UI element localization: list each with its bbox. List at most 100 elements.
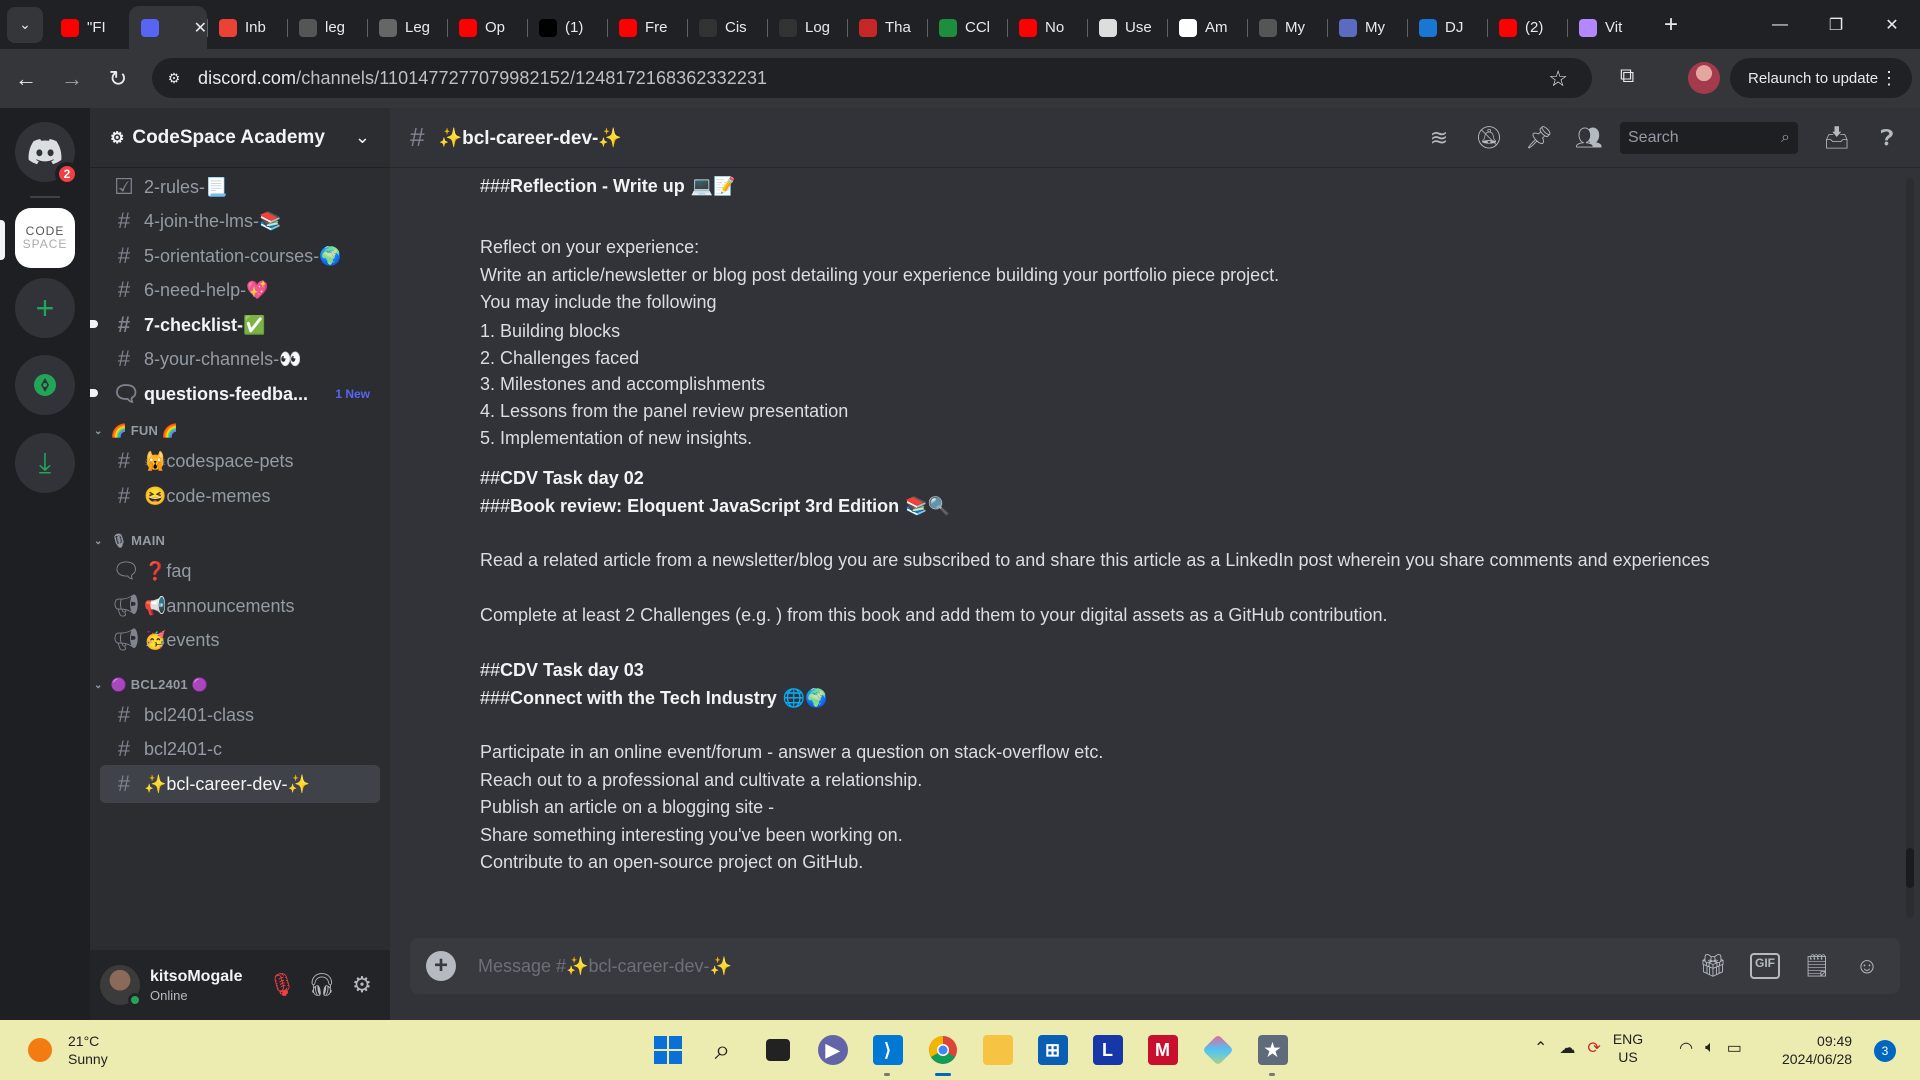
browser-tab[interactable]: My bbox=[1247, 9, 1327, 47]
profile-avatar[interactable] bbox=[1688, 62, 1720, 94]
onedrive-icon[interactable]: ☁ bbox=[1559, 1038, 1575, 1058]
direct-messages-button[interactable]: 2 bbox=[15, 122, 79, 186]
sidebar-channel-item[interactable]: 🗨︎ questions-feedba... 1 New bbox=[90, 375, 380, 413]
battery-icon[interactable]: ▭ bbox=[1727, 1038, 1742, 1058]
close-icon[interactable]: ✕ bbox=[194, 18, 207, 38]
browser-tab[interactable]: My bbox=[1327, 9, 1407, 47]
gift-icon[interactable]: 🎁︎ bbox=[1688, 953, 1738, 979]
notification-settings-icon[interactable]: 🔕︎ bbox=[1464, 125, 1514, 151]
upload-plus-button[interactable]: + bbox=[426, 951, 456, 981]
scrollbar-thumb[interactable] bbox=[1906, 848, 1914, 888]
clock[interactable]: 09:49 2024/06/28 bbox=[1782, 1032, 1852, 1068]
channel-category[interactable]: ⌄ 🎙 MAIN bbox=[94, 530, 165, 552]
user-info[interactable]: kitsoMogale Online bbox=[150, 968, 242, 1003]
scrollbar-track[interactable] bbox=[1906, 178, 1914, 918]
browser-tab[interactable]: Op bbox=[447, 9, 527, 47]
sidebar-channel-item[interactable]: #5-orientation-courses-🌍 bbox=[100, 237, 380, 275]
taskbar-l-app-button[interactable]: L bbox=[1080, 1028, 1135, 1072]
browser-tab[interactable]: (2) bbox=[1487, 9, 1567, 47]
language-indicator[interactable]: ENG US bbox=[1613, 1030, 1655, 1066]
taskbar-mcafee-button[interactable]: M bbox=[1135, 1028, 1190, 1072]
browser-tab[interactable]: Am bbox=[1167, 9, 1247, 47]
close-window-button[interactable]: ✕ bbox=[1864, 0, 1920, 49]
inbox-icon[interactable]: 📥︎ bbox=[1812, 125, 1862, 151]
add-server-button[interactable]: + bbox=[15, 278, 75, 338]
restore-button[interactable]: ❐ bbox=[1808, 0, 1864, 49]
browser-tab[interactable]: Inb bbox=[207, 9, 287, 47]
sidebar-channel-item[interactable]: # bcl2401-c bbox=[100, 730, 380, 768]
emoji-icon[interactable]: ☺ bbox=[1842, 953, 1892, 979]
taskbar-meet-button[interactable]: ▶ bbox=[805, 1028, 860, 1072]
server-header[interactable]: ⚙ CodeSpace Academy ⌄ bbox=[90, 108, 390, 168]
sidebar-channel-item[interactable]: #4-join-the-lms-📚 bbox=[100, 202, 380, 240]
server-codespace-academy[interactable]: CODE SPACE bbox=[15, 208, 75, 268]
sidebar-channel-item[interactable]: #8-your-channels-👀 bbox=[100, 340, 380, 378]
avatar[interactable] bbox=[100, 965, 142, 1007]
browser-tab[interactable]: Log bbox=[767, 9, 847, 47]
browser-tab[interactable]: Use bbox=[1087, 9, 1167, 47]
sidebar-channel-item[interactable]: # 🙀codespace-pets bbox=[100, 442, 380, 480]
new-tab-button[interactable]: + bbox=[1653, 7, 1689, 43]
site-info-icon[interactable]: ⚙ bbox=[156, 60, 192, 96]
address-bar[interactable]: ⚙ discord.com/channels/11014772770799821… bbox=[152, 58, 1592, 98]
explore-servers-button[interactable] bbox=[15, 355, 75, 415]
sync-icon[interactable]: ⟳ bbox=[1587, 1038, 1600, 1058]
chevron-up-icon[interactable]: ⌃ bbox=[1534, 1038, 1547, 1058]
browser-tab[interactable]: CCl bbox=[927, 9, 1007, 47]
forward-button[interactable]: → bbox=[52, 59, 92, 99]
taskbar-explorer-button[interactable] bbox=[970, 1028, 1025, 1072]
browser-tab[interactable]: No bbox=[1007, 9, 1087, 47]
sticker-icon[interactable]: 🗒︎ bbox=[1792, 953, 1842, 979]
sidebar-channel-item[interactable]: ☑ 2-rules-📃 bbox=[100, 168, 380, 206]
sidebar-channel-item[interactable]: 📢︎ 📢announcements bbox=[100, 587, 380, 625]
taskbar-vscode-button[interactable]: ⟩ bbox=[860, 1028, 915, 1076]
search-input[interactable] bbox=[1628, 129, 1768, 147]
gear-icon[interactable]: ⚙ bbox=[342, 965, 382, 1005]
notification-count-badge[interactable]: 3 bbox=[1874, 1040, 1896, 1062]
help-icon[interactable]: ❓︎ bbox=[1862, 125, 1912, 151]
taskbar-chrome-button[interactable] bbox=[915, 1028, 970, 1076]
browser-tab[interactable]: leg bbox=[287, 9, 367, 47]
pinned-messages-icon[interactable]: 📌︎ bbox=[1514, 125, 1564, 151]
sidebar-channel-item[interactable]: # bcl2401-class bbox=[100, 696, 380, 734]
browser-tab[interactable]: Vit bbox=[1567, 9, 1647, 47]
member-list-icon[interactable]: 👥︎ bbox=[1564, 125, 1614, 151]
browser-tab[interactable]: Leg bbox=[367, 9, 447, 47]
taskbar-store-button[interactable]: ⊞ bbox=[1025, 1028, 1080, 1072]
taskbar-discord-button[interactable]: ★ bbox=[1245, 1028, 1300, 1076]
browser-tab[interactable]: Cis bbox=[687, 9, 767, 47]
task-view-button[interactable] bbox=[750, 1028, 805, 1072]
relaunch-button[interactable]: Relaunch to update ⋮ bbox=[1730, 58, 1912, 98]
bookmark-star-icon[interactable]: ☆ bbox=[1548, 66, 1568, 92]
start-button[interactable] bbox=[640, 1028, 695, 1072]
browser-tab[interactable]: (1) bbox=[527, 9, 607, 47]
download-apps-button[interactable]: ⤓ bbox=[15, 433, 75, 493]
channel-category[interactable]: ⌄ 🌈 FUN 🌈 bbox=[94, 420, 178, 442]
sidebar-channel-item[interactable]: 🗨︎ ❓faq bbox=[100, 552, 380, 590]
minimize-button[interactable]: — bbox=[1752, 0, 1808, 49]
browser-tab[interactable]: DJ bbox=[1407, 9, 1487, 47]
more-menu-icon[interactable]: ⋮ bbox=[1880, 68, 1898, 89]
search-box[interactable]: ⌕ bbox=[1620, 122, 1798, 154]
volume-icon[interactable]: 🔈︎ bbox=[1705, 1039, 1715, 1057]
taskbar-app-button[interactable] bbox=[1190, 1028, 1245, 1072]
sidebar-channel-item[interactable]: # 😆code-memes bbox=[100, 477, 380, 515]
browser-tab[interactable]: "FI bbox=[49, 9, 129, 47]
channel-category[interactable]: ⌄ 🟣 BCL2401 🟣 bbox=[94, 674, 208, 696]
extensions-icon[interactable]: ⧉ bbox=[1620, 65, 1634, 88]
microphone-muted-icon[interactable]: 🎙︎ bbox=[262, 965, 302, 1005]
gif-button[interactable]: GIF bbox=[1750, 953, 1780, 979]
browser-tab[interactable]: ✕ bbox=[129, 6, 207, 49]
url-text[interactable]: discord.com/channels/1101477277079982152… bbox=[198, 68, 767, 89]
taskbar-search-button[interactable]: ⌕ bbox=[695, 1028, 750, 1072]
wifi-icon[interactable]: ◠ bbox=[1679, 1038, 1693, 1058]
browser-tab[interactable]: Fre bbox=[607, 9, 687, 47]
headphones-icon[interactable]: 🎧︎ bbox=[302, 965, 342, 1005]
sidebar-channel-item[interactable]: #7-checklist-✅ bbox=[90, 306, 380, 344]
browser-tab[interactable]: Tha bbox=[847, 9, 927, 47]
reload-button[interactable]: ↻ bbox=[98, 59, 138, 99]
sidebar-channel-item[interactable]: #6-need-help-💖 bbox=[100, 271, 380, 309]
back-button[interactable]: ← bbox=[6, 59, 46, 99]
threads-icon[interactable]: ≋ bbox=[1414, 125, 1464, 151]
message-input[interactable] bbox=[478, 955, 1578, 977]
